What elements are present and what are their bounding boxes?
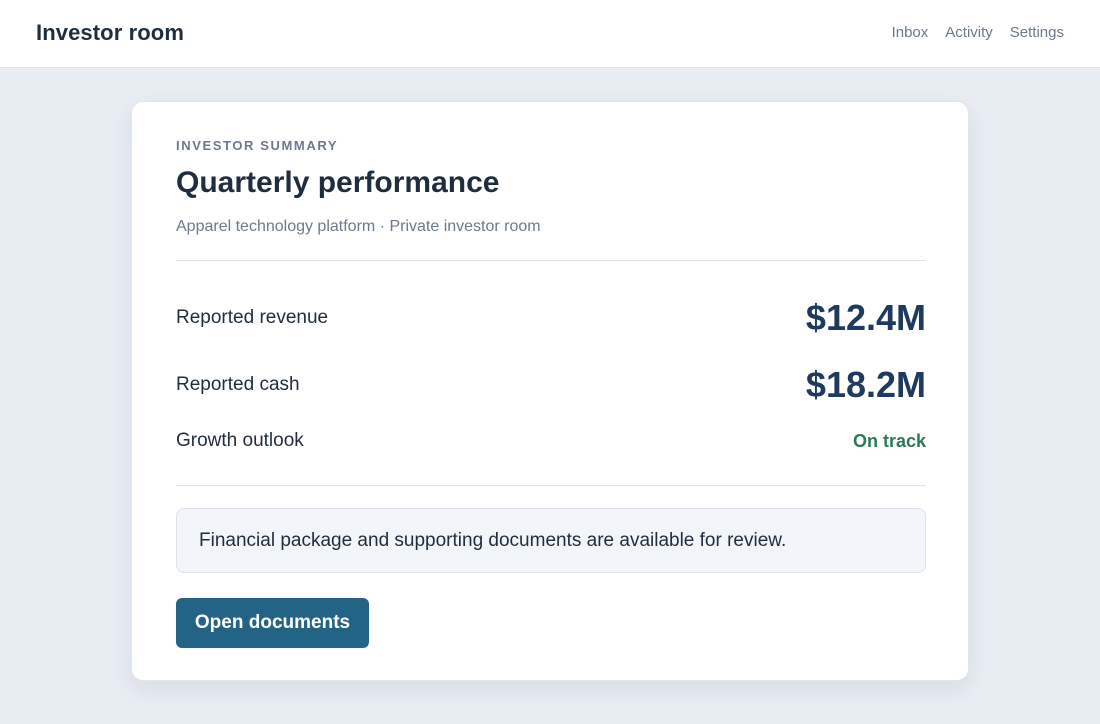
divider [176,260,926,261]
top-bar: Investor room Inbox Activity Settings [0,0,1100,68]
top-nav: Inbox Activity Settings [892,24,1064,41]
page-subtitle: Apparel technology platform · Private in… [176,218,541,235]
documents-notice: Financial package and supporting documen… [176,508,926,573]
nav-item-inbox[interactable]: Inbox [892,24,929,41]
metric-row-cash: Reported cash $18.2M [176,363,926,407]
card-eyebrow: INVESTOR SUMMARY [176,138,339,153]
status-badge: On track [852,430,926,451]
nav-item-settings[interactable]: Settings [1010,24,1064,41]
page-title: Quarterly performance [176,166,500,199]
metric-row-growth-outlook: Growth outlook On track [176,428,926,454]
metric-label: Growth outlook [176,430,304,451]
metric-value: $12.4M [805,297,926,338]
metric-label: Reported cash [176,374,300,395]
app-title: Investor room [36,20,184,45]
investor-summary-card: INVESTOR SUMMARY Quarterly performance A… [131,101,969,681]
metric-row-revenue: Reported revenue $12.4M [176,296,926,340]
open-documents-button[interactable]: Open documents [176,598,369,648]
metric-label: Reported revenue [176,307,329,328]
metric-value: $18.2M [805,364,926,405]
nav-item-activity[interactable]: Activity [945,24,993,41]
divider [176,485,926,486]
